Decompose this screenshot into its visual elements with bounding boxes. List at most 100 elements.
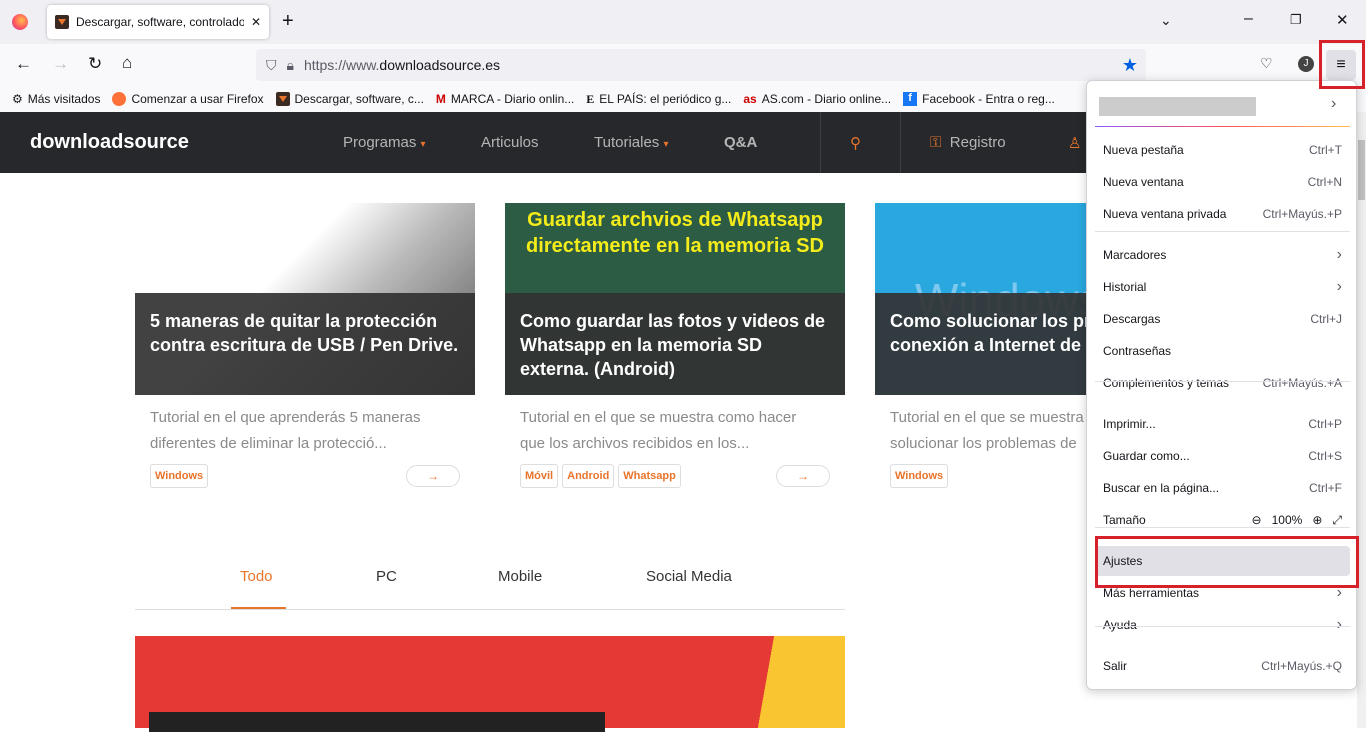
zoom-controls: ⊖ 100% ⊕ ⤢	[1252, 513, 1342, 528]
account-placeholder[interactable]	[1099, 97, 1256, 116]
restore-icon[interactable]: ❐	[1290, 12, 1302, 28]
minimize-icon[interactable]: –	[1244, 10, 1253, 28]
shield-icon[interactable]: ⛉	[266, 57, 277, 74]
bookmark-firefox[interactable]: Comenzar a usar Firefox	[112, 92, 264, 106]
menu-item-label: Imprimir...	[1103, 417, 1156, 431]
article-card[interactable]: 5 maneras de quitar la protección contra…	[135, 203, 475, 488]
back-icon[interactable]: ←	[15, 54, 32, 74]
close-tab-icon[interactable]: ✕	[251, 15, 261, 29]
chevron-right-icon[interactable]: ›	[1331, 95, 1336, 113]
filter-mobile[interactable]: Mobile	[498, 568, 542, 585]
elpais-icon: E	[586, 91, 595, 106]
tag[interactable]: Android	[562, 464, 615, 488]
search-icon[interactable]: ⚲	[850, 134, 861, 152]
menu-item-label: Salir	[1103, 659, 1128, 673]
menu-separator	[1095, 381, 1350, 382]
tab-bar: Descargar, software, controlado ✕ + ⌄ – ❐…	[0, 0, 1366, 44]
bookmark-as[interactable]: as AS.com - Diario online...	[743, 92, 891, 106]
article-desc: Tutorial en el que aprenderás 5 maneras d…	[150, 409, 421, 452]
menu-item[interactable]: Ayuda ›	[1095, 610, 1350, 640]
nav-tutoriales[interactable]: Tutoriales ▾	[594, 134, 669, 151]
menu-item[interactable]: Nueva ventana Ctrl+N	[1095, 167, 1350, 197]
bookmark-facebook[interactable]: f Facebook - Entra o reg...	[903, 92, 1055, 106]
menu-item[interactable]: Tamaño ⊖ 100% ⊕ ⤢	[1095, 505, 1350, 535]
menu-item-label: Nueva pestaña	[1103, 143, 1184, 157]
menu-item-shortcut: ›	[1336, 278, 1342, 295]
bookmark-star-icon[interactable]: ★	[1122, 55, 1138, 76]
menu-item-shortcut: Ctrl+Mayús.+P	[1262, 207, 1342, 221]
url-bar[interactable]: ⛉ 🔒︎ https://www.downloadsource.es ★	[256, 49, 1146, 81]
menu-item[interactable]: Imprimir... Ctrl+P	[1095, 409, 1350, 439]
reload-icon[interactable]: ↻	[88, 54, 102, 74]
menu-item-shortcut: Ctrl+P	[1308, 417, 1342, 431]
menu-item[interactable]: Nueva ventana privada Ctrl+Mayús.+P	[1095, 199, 1350, 229]
menu-item-shortcut: Ctrl+Mayús.+A	[1262, 376, 1342, 390]
filter-todo[interactable]: Todo	[240, 568, 273, 585]
menu-item-label: Contraseñas	[1103, 344, 1172, 358]
menu-item-shortcut: ›	[1336, 616, 1342, 633]
menu-item-label: Tamaño	[1103, 513, 1146, 527]
filter-social-media[interactable]: Social Media	[646, 568, 732, 585]
tag[interactable]: Móvil	[520, 464, 559, 488]
article-image[interactable]: Guardar archvios de Whatsapp directament…	[505, 203, 845, 395]
menu-item[interactable]: Nueva pestaña Ctrl+T	[1095, 135, 1350, 165]
filter-pc[interactable]: PC	[376, 568, 397, 585]
nav-qa[interactable]: Q&A	[724, 134, 757, 151]
menu-item[interactable]: Salir Ctrl+Mayús.+Q	[1095, 651, 1350, 681]
register-link[interactable]: ⚿ Registro	[930, 134, 1006, 151]
menu-item-label: Historial	[1103, 280, 1147, 294]
fullscreen-icon[interactable]: ⤢	[1332, 513, 1342, 527]
menu-item-shortcut: Ctrl+T	[1309, 143, 1342, 157]
read-more-arrow-icon[interactable]: →	[776, 465, 830, 487]
menu-item[interactable]: Guardar como... Ctrl+S	[1095, 441, 1350, 471]
scrollbar[interactable]	[1357, 112, 1366, 728]
user-icon[interactable]: ♙	[1068, 134, 1081, 152]
nav-programas[interactable]: Programas ▾	[343, 134, 426, 151]
site-favicon-icon	[275, 92, 290, 106]
pocket-icon[interactable]: ♡	[1260, 55, 1273, 72]
tag[interactable]: Windows	[150, 464, 209, 488]
lock-icon[interactable]: 🔒︎	[287, 57, 294, 74]
article-card[interactable]: Guardar archvios de Whatsapp directament…	[505, 203, 845, 488]
article-desc: Tutorial en el que se muestra como hacer…	[520, 409, 797, 452]
list-tabs-chevron-icon[interactable]: ⌄	[1160, 12, 1172, 29]
zoom-in-icon[interactable]: ⊕	[1312, 513, 1322, 527]
tag[interactable]: Whatsapp	[618, 464, 681, 488]
menu-item[interactable]: Buscar en la página... Ctrl+F	[1095, 473, 1350, 503]
home-icon[interactable]: ⌂	[122, 53, 132, 73]
zoom-level: 100%	[1271, 512, 1303, 527]
bookmark-downloadsource[interactable]: Descargar, software, c...	[275, 92, 424, 106]
firefox-icon[interactable]	[12, 14, 28, 30]
gear-icon: ⚙	[12, 92, 23, 106]
menu-item-label: Nueva ventana	[1103, 175, 1184, 189]
article-image[interactable]: 5 maneras de quitar la protección contra…	[135, 203, 475, 395]
featured-banner[interactable]	[135, 636, 845, 732]
bookmark-marca[interactable]: M MARCA - Diario onlin...	[436, 92, 574, 106]
bookmark-most-visited[interactable]: ⚙ Más visitados	[12, 92, 100, 106]
bookmark-elpais[interactable]: E EL PAÍS: el periódico g...	[586, 92, 731, 107]
site-logo[interactable]: downloadsource	[30, 131, 189, 154]
nav-articulos[interactable]: Articulos	[481, 134, 539, 151]
zoom-out-icon[interactable]: ⊖	[1252, 513, 1262, 527]
article-title[interactable]: 5 maneras de quitar la protección contra…	[135, 293, 475, 395]
close-window-icon[interactable]: ✕	[1336, 11, 1349, 29]
menu-separator	[1095, 527, 1350, 528]
account-avatar[interactable]: J	[1298, 56, 1314, 72]
menu-item[interactable]: Contraseñas	[1095, 336, 1350, 366]
menu-item-label: Complementos y temas	[1103, 376, 1230, 390]
read-more-arrow-icon[interactable]: →	[406, 465, 460, 487]
forward-icon[interactable]: →	[52, 54, 69, 74]
menu-item-shortcut: ›	[1336, 246, 1342, 263]
new-tab-icon[interactable]: +	[282, 10, 294, 33]
article-title[interactable]: Como guardar las fotos y videos de Whats…	[505, 293, 845, 395]
menu-item[interactable]: Complementos y temas Ctrl+Mayús.+A	[1095, 368, 1350, 398]
menu-item[interactable]: Descargas Ctrl+J	[1095, 304, 1350, 334]
menu-item-shortcut: Ctrl+S	[1308, 449, 1342, 463]
menu-item[interactable]: Marcadores ›	[1095, 240, 1350, 270]
tag[interactable]: Windows	[890, 464, 949, 488]
tab-title: Descargar, software, controlado	[76, 15, 244, 29]
menu-item-label: Guardar como...	[1103, 449, 1190, 463]
key-icon: ⚿	[930, 134, 942, 151]
menu-item[interactable]: Historial ›	[1095, 272, 1350, 302]
browser-tab[interactable]: Descargar, software, controlado ✕	[47, 5, 269, 39]
